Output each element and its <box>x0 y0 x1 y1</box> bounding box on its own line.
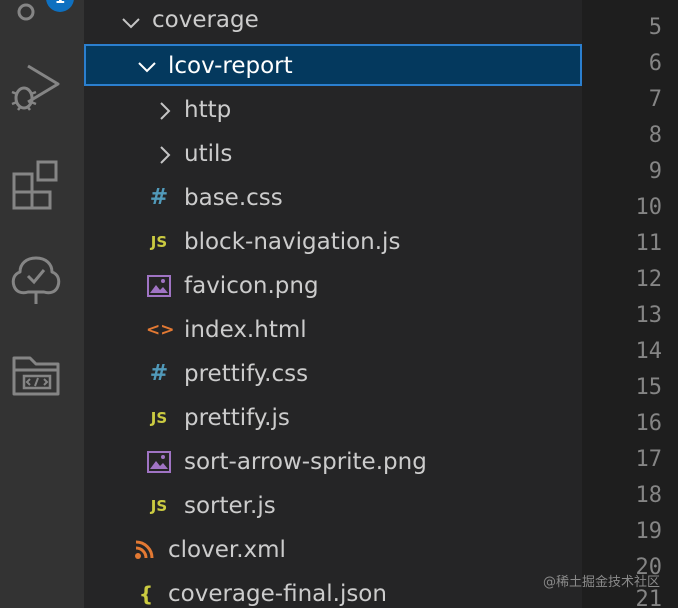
extensions-icon[interactable] <box>8 158 64 214</box>
tree-item-label: coverage-final.json <box>168 581 387 607</box>
tree-item-label: base.css <box>184 185 283 211</box>
explorer-tree: coverage lcov-report http utils # base.c… <box>84 0 582 608</box>
line-number: 5 <box>648 15 662 40</box>
tree-item-label: lcov-report <box>168 53 293 79</box>
tree-item-http[interactable]: http <box>84 88 582 132</box>
image-file-icon <box>146 264 172 308</box>
line-number: 10 <box>635 195 663 220</box>
tree-item-label: clover.xml <box>168 537 286 563</box>
tree-item-label: prettify.css <box>184 361 309 387</box>
chevron-down-icon[interactable] <box>120 0 142 44</box>
tree-item-clover-xml[interactable]: clover.xml <box>84 528 582 572</box>
tree-item-label: block-navigation.js <box>184 229 401 255</box>
line-number: 17 <box>635 447 663 472</box>
tree-item-label: prettify.js <box>184 405 290 431</box>
line-number: 14 <box>635 339 663 364</box>
tree-item-label: http <box>184 97 232 123</box>
line-number: 7 <box>648 87 662 112</box>
line-number: 11 <box>635 231 663 256</box>
line-number: 8 <box>648 123 662 148</box>
watermark: @稀土掘金技术社区 <box>542 575 660 590</box>
rss-file-icon <box>132 528 158 572</box>
tree-item-sorter-js[interactable]: JS sorter.js <box>84 484 582 528</box>
tree-item-label: favicon.png <box>184 273 319 299</box>
image-file-icon <box>146 440 172 484</box>
js-file-icon: JS <box>150 233 168 251</box>
activity-bar: 1 <box>0 0 84 608</box>
tree-item-coverage[interactable]: coverage <box>84 0 582 44</box>
html-file-icon: <> <box>146 320 175 340</box>
chevron-down-icon[interactable] <box>136 46 158 90</box>
line-number: 18 <box>635 483 663 508</box>
line-number: 16 <box>635 411 663 436</box>
tree-item-prettify-css[interactable]: # prettify.css <box>84 352 582 396</box>
line-number: 12 <box>635 267 663 292</box>
source-control-icon[interactable]: 1 <box>8 0 74 34</box>
tree-item-label: sorter.js <box>184 493 276 519</box>
css-file-icon: # <box>149 185 169 210</box>
line-number: 6 <box>648 51 662 76</box>
run-debug-icon[interactable] <box>8 60 64 116</box>
tree-item-prettify-js[interactable]: JS prettify.js <box>84 396 582 440</box>
remote-explorer-icon[interactable] <box>8 350 64 406</box>
tree-item-coverage-final-json[interactable]: { } coverage-final.json <box>84 572 582 608</box>
line-number: 15 <box>635 375 663 400</box>
js-file-icon: JS <box>150 409 168 427</box>
js-file-icon: JS <box>150 497 168 515</box>
tree-item-sort-arrow-sprite-png[interactable]: sort-arrow-sprite.png <box>84 440 582 484</box>
css-file-icon: # <box>149 361 169 386</box>
line-number-gutter: 5 6 7 8 9 10 11 12 13 14 15 16 17 18 19 … <box>582 0 678 608</box>
tree-item-label: sort-arrow-sprite.png <box>184 449 427 475</box>
tree-item-favicon-png[interactable]: favicon.png <box>84 264 582 308</box>
line-number: 9 <box>648 159 662 184</box>
line-number: 19 <box>635 519 663 544</box>
tree-item-block-navigation-js[interactable]: JS block-navigation.js <box>84 220 582 264</box>
tree-item-base-css[interactable]: # base.css <box>84 176 582 220</box>
chevron-right-icon[interactable] <box>154 88 176 132</box>
vscode-window: 1 <box>0 0 678 608</box>
tree-item-utils[interactable]: utils <box>84 132 582 176</box>
tree-item-label: index.html <box>184 317 307 343</box>
line-number: 13 <box>635 303 663 328</box>
tree-item-label: utils <box>184 141 233 167</box>
chevron-right-icon[interactable] <box>154 132 176 176</box>
testing-icon[interactable] <box>8 252 64 308</box>
tree-item-index-html[interactable]: <> index.html <box>84 308 582 352</box>
json-file-icon: { } <box>138 582 154 606</box>
tree-item-label: coverage <box>152 7 259 33</box>
tree-item-lcov-report[interactable]: lcov-report <box>84 44 582 86</box>
